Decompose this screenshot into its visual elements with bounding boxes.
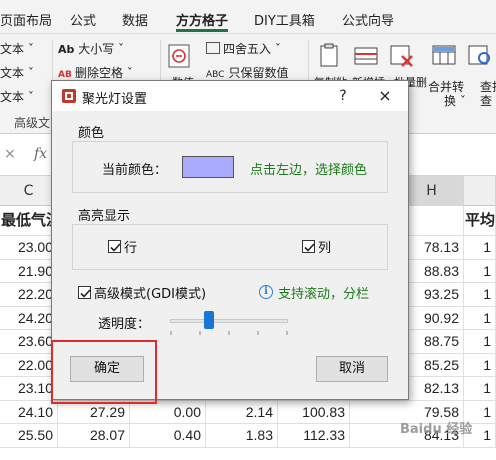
- tab-data[interactable]: 数据: [122, 10, 148, 29]
- highlight-group-label: 高亮显示: [78, 209, 131, 224]
- merge-convert-icon[interactable]: [430, 42, 458, 70]
- data-cell[interactable]: 1.83: [206, 424, 278, 448]
- tab-page-layout[interactable]: 页面布局: [0, 10, 52, 29]
- cancel-button[interactable]: 取消: [316, 356, 388, 382]
- data-cell[interactable]: 27.29: [58, 400, 130, 424]
- keep-value-button[interactable]: ABC 只保留数值: [206, 64, 288, 81]
- header-cell[interactable]: 最低气温: [0, 206, 58, 236]
- color-swatch[interactable]: [182, 156, 234, 178]
- grid-icon: [206, 42, 220, 54]
- formula-cancel-icon[interactable]: ×: [4, 146, 16, 162]
- abc-icon: ABC: [206, 70, 225, 80]
- opacity-label: 透明度：: [98, 317, 151, 332]
- info-icon: i: [259, 285, 273, 299]
- ribbon-tab-bar: 页面布局 公式 数据 方方格子 DIY工具箱 公式向导: [0, 0, 496, 34]
- delete-space-button[interactable]: AB 删除空格 ˇ: [58, 64, 133, 81]
- numeric-icon[interactable]: [166, 42, 194, 70]
- merge-convert-dropdown[interactable]: 换 ˇ: [444, 92, 466, 109]
- data-cell[interactable]: 22.20: [0, 283, 58, 307]
- advanced-mode-checkbox[interactable]: [78, 286, 91, 299]
- color-hint: 点击左边，选择颜色: [250, 163, 368, 178]
- check-icon: [80, 289, 91, 298]
- insert-rows-icon[interactable]: [352, 42, 380, 70]
- case-convert-button[interactable]: Ab 大小写 ˇ: [58, 40, 124, 57]
- data-cell[interactable]: 23.00: [0, 236, 58, 260]
- data-cell[interactable]: 1: [464, 377, 496, 401]
- data-cell[interactable]: 25.50: [0, 424, 58, 448]
- data-cell[interactable]: 0.00: [130, 400, 206, 424]
- find-locate-icon[interactable]: [466, 42, 494, 70]
- dialog-title: 聚光灯设置: [82, 92, 148, 107]
- ok-highlight-annotation: [51, 340, 157, 404]
- data-cell[interactable]: 0.40: [130, 424, 206, 448]
- batch-delete-icon[interactable]: [388, 42, 416, 70]
- row-checkbox[interactable]: [108, 240, 121, 253]
- close-button[interactable]: ×: [374, 85, 396, 107]
- column-checkbox[interactable]: [302, 240, 315, 253]
- data-cell[interactable]: 24.10: [0, 400, 58, 424]
- check-icon: [110, 243, 121, 252]
- data-cell[interactable]: 23.10: [0, 377, 58, 401]
- check-icon: [304, 243, 315, 252]
- data-cell[interactable]: 23.60: [0, 330, 58, 354]
- data-cell[interactable]: 1: [464, 306, 496, 330]
- find-locate-sub[interactable]: 查 位: [480, 92, 496, 109]
- tab-formula-wizard[interactable]: 公式向导: [342, 10, 394, 29]
- slider-ticks: [170, 331, 288, 335]
- tab-formulas[interactable]: 公式: [70, 10, 96, 29]
- data-cell[interactable]: 1: [464, 353, 496, 377]
- data-cell[interactable]: 1: [464, 330, 496, 354]
- color-group-label: 颜色: [78, 126, 105, 141]
- data-cell[interactable]: 28.07: [58, 424, 130, 448]
- clipboard-icon[interactable]: [316, 42, 344, 70]
- data-cell[interactable]: 112.33: [278, 424, 350, 448]
- help-button[interactable]: ?: [332, 85, 354, 107]
- ribbon-text-menu-2[interactable]: 文本 ˇ: [0, 64, 34, 81]
- data-cell[interactable]: 2.14: [206, 400, 278, 424]
- fx-icon[interactable]: fx: [34, 146, 47, 162]
- column-letter: H: [426, 183, 437, 199]
- header-cell[interactable]: 平均: [464, 206, 496, 236]
- watermark-logo: Baidu 经验: [400, 422, 473, 437]
- ribbon-text-menu-1[interactable]: 文本 ˇ: [0, 40, 34, 57]
- column-header[interactable]: [464, 176, 496, 206]
- app-icon: [62, 89, 76, 103]
- advanced-mode-label: 高级模式(GDI模式): [94, 287, 207, 302]
- ribbon-text-menu-3[interactable]: 文本 ˇ: [0, 88, 34, 105]
- data-cell[interactable]: 1: [464, 259, 496, 283]
- opacity-slider-track[interactable]: [170, 319, 288, 323]
- tab-fangfang-gezi[interactable]: 方方格子: [176, 10, 228, 29]
- opacity-slider-thumb[interactable]: [203, 311, 214, 329]
- current-color-label: 当前颜色：: [102, 163, 168, 178]
- column-header[interactable]: C: [0, 176, 58, 206]
- advanced-mode-hint: 支持滚动，分栏: [278, 287, 370, 302]
- data-cell[interactable]: 21.90: [0, 259, 58, 283]
- row-checkbox-label: 行: [124, 241, 138, 256]
- dialog-titlebar[interactable]: 聚光灯设置 ? ×: [52, 81, 408, 111]
- data-cell[interactable]: 1: [464, 236, 496, 260]
- data-cell[interactable]: 100.83: [278, 400, 350, 424]
- data-cell[interactable]: 24.20: [0, 306, 58, 330]
- data-cell[interactable]: 22.00: [0, 353, 58, 377]
- active-tab-indicator: [176, 29, 228, 32]
- round-button[interactable]: 四舍五入 ˇ: [206, 40, 281, 57]
- data-cell[interactable]: 1: [464, 283, 496, 307]
- tab-diy-toolbox[interactable]: DIY工具箱: [254, 10, 315, 29]
- column-checkbox-label: 列: [318, 241, 332, 256]
- ribbon-group-label-advanced-text: 高级文: [14, 116, 51, 130]
